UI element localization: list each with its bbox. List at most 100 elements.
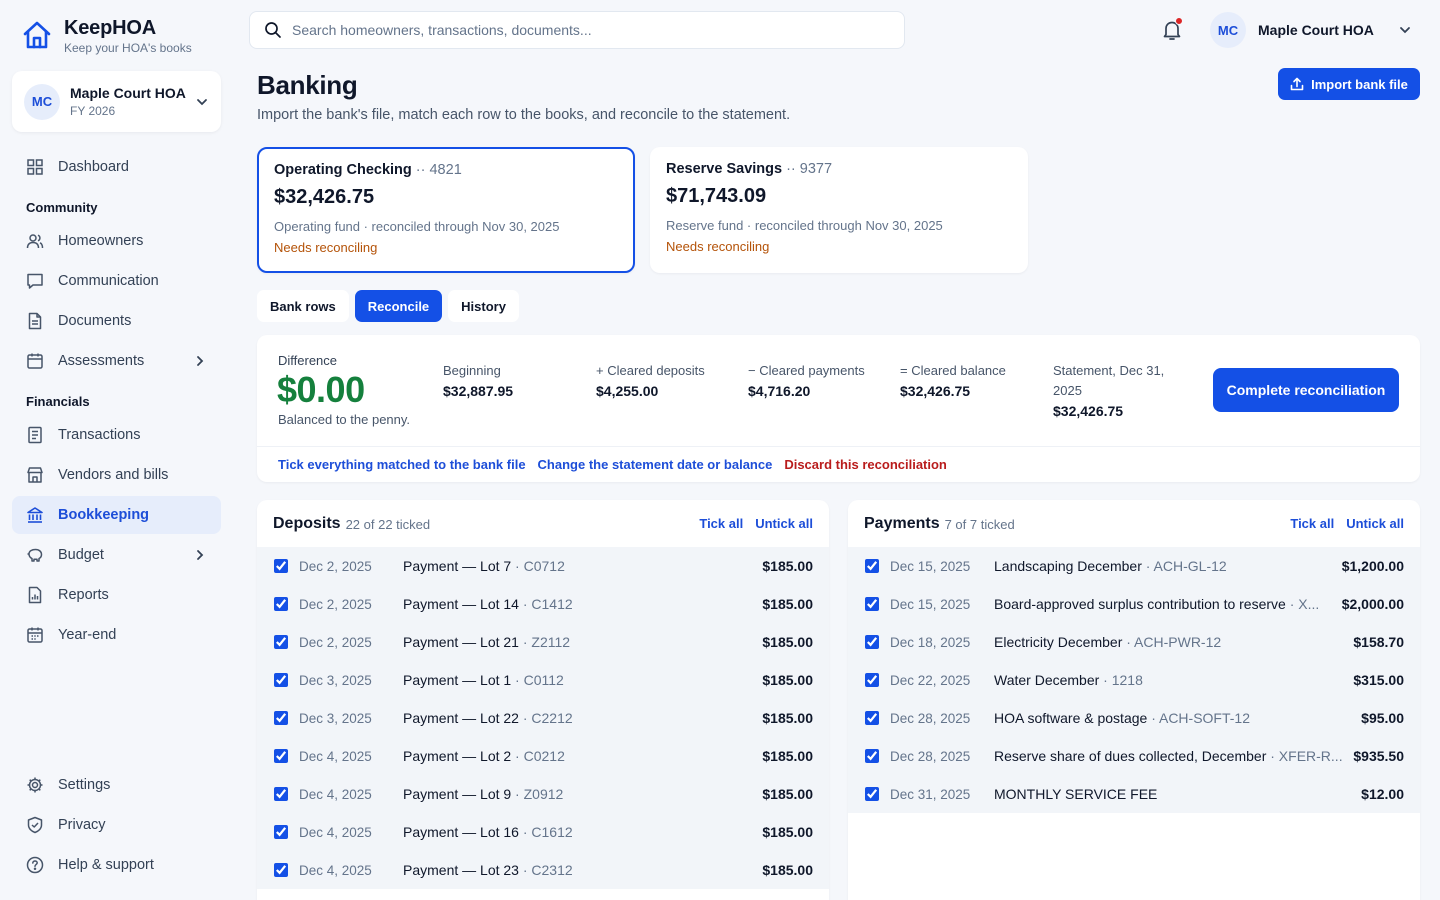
row-checkbox[interactable] — [274, 597, 288, 611]
account-card-operating[interactable]: Operating Checking ·· 4821 $32,426.75 Op… — [257, 147, 635, 273]
row-payee: Payment — Lot 2 — [403, 748, 512, 764]
row-checkbox[interactable] — [274, 863, 288, 877]
untick-all-button[interactable]: Untick all — [1346, 516, 1404, 531]
org-switcher[interactable]: MC Maple Court HOA FY 2026 — [12, 71, 221, 132]
row-checkbox[interactable] — [865, 673, 879, 687]
reconcile-actions: Tick everything matched to the bank file… — [278, 457, 947, 472]
nav-label: Privacy — [58, 817, 106, 833]
change-statement-link[interactable]: Change the statement date or balance — [538, 457, 773, 472]
ticked-count: 7 of 7 ticked — [944, 517, 1015, 532]
row-checkbox[interactable] — [274, 749, 288, 763]
nav-help[interactable]: Help & support — [12, 846, 221, 884]
nav-label: Reports — [58, 587, 109, 603]
row-payee: Payment — Lot 14 — [403, 596, 519, 612]
table-row[interactable]: Dec 3, 2025 Payment — Lot 1 · C0112 $185.0… — [257, 661, 829, 699]
row-date: Dec 22, 2025 — [890, 672, 971, 688]
row-checkbox[interactable] — [865, 597, 879, 611]
row-checkbox[interactable] — [274, 673, 288, 687]
row-amount: $185.00 — [762, 672, 813, 688]
nav-label: Help & support — [58, 857, 154, 873]
row-checkbox[interactable] — [274, 787, 288, 801]
row-checkbox[interactable] — [865, 559, 879, 573]
table-row[interactable]: Dec 2, 2025 Payment — Lot 7 · C0712 $185.0… — [257, 547, 829, 585]
chevron-down-icon — [197, 98, 207, 105]
tab-history[interactable]: History — [448, 290, 519, 322]
table-row[interactable]: Dec 4, 2025 Payment — Lot 9 · Z0912 $185.0… — [257, 775, 829, 813]
nav-assessments[interactable]: Assessments — [12, 342, 221, 380]
tick-all-button[interactable]: Tick all — [1290, 516, 1334, 531]
reconcile-summary: Difference $0.00 Balanced to the penny. … — [257, 335, 1420, 482]
row-date: Dec 15, 2025 — [890, 596, 971, 612]
search-input[interactable] — [292, 22, 890, 38]
brand[interactable]: KeepHOA Keep your HOA's books — [22, 17, 192, 55]
tick-matched-link[interactable]: Tick everything matched to the bank file — [278, 457, 526, 472]
table-row[interactable]: Dec 4, 2025 Payment — Lot 16 · C1612 $185.… — [257, 813, 829, 851]
nav-dashboard[interactable]: Dashboard — [12, 148, 221, 186]
page-title: Banking — [257, 70, 358, 100]
discard-reconciliation-link[interactable]: Discard this reconciliation — [784, 457, 947, 472]
tab-bank-rows[interactable]: Bank rows — [257, 290, 349, 322]
row-checkbox[interactable] — [865, 711, 879, 725]
table-row[interactable]: Dec 3, 2025 Payment — Lot 22 · C2212 $185.… — [257, 699, 829, 737]
table-row[interactable]: Dec 18, 2025 Electricity December · ACH-P… — [848, 623, 1420, 661]
row-checkbox[interactable] — [274, 825, 288, 839]
nav-communication[interactable]: Communication — [12, 262, 221, 300]
untick-all-button[interactable]: Untick all — [755, 516, 813, 531]
nav-settings[interactable]: Settings — [12, 766, 221, 804]
nav-bookkeeping[interactable]: Bookkeeping — [12, 496, 221, 534]
difference-value: $0.00 — [277, 369, 365, 410]
table-row[interactable]: Dec 4, 2025 Payment — Lot 23 · C2312 $185.… — [257, 851, 829, 889]
tab-reconcile[interactable]: Reconcile — [354, 290, 443, 322]
row-date: Dec 4, 2025 — [299, 824, 372, 840]
row-date: Dec 28, 2025 — [890, 710, 971, 726]
row-checkbox[interactable] — [865, 787, 879, 801]
nav-privacy[interactable]: Privacy — [12, 806, 221, 844]
table-row[interactable]: Dec 22, 2025 Water December · 1218 $315.00 — [848, 661, 1420, 699]
table-row[interactable]: Dec 15, 2025 Board-approved surplus contr… — [848, 585, 1420, 623]
gear-icon — [27, 777, 43, 793]
nav-label: Homeowners — [58, 233, 144, 249]
row-checkbox[interactable] — [274, 711, 288, 725]
table-row[interactable]: Dec 15, 2025 Landscaping December · ACH-G… — [848, 547, 1420, 585]
row-reference: · 1218 — [1099, 672, 1143, 688]
user-menu[interactable]: MC Maple Court HOA — [1210, 12, 1412, 48]
row-date: Dec 15, 2025 — [890, 558, 971, 574]
complete-reconciliation-button[interactable]: Complete reconciliation — [1213, 368, 1399, 412]
nav-homeowners[interactable]: Homeowners — [12, 222, 221, 260]
storefront-icon — [27, 467, 43, 483]
row-checkbox[interactable] — [865, 635, 879, 649]
nav-transactions[interactable]: Transactions — [12, 416, 221, 454]
row-checkbox[interactable] — [865, 749, 879, 763]
nav-budget[interactable]: Budget — [12, 536, 221, 574]
row-date: Dec 3, 2025 — [299, 672, 372, 688]
report-icon — [28, 586, 42, 604]
table-row[interactable]: Dec 4, 2025 Payment — Lot 2 · C0212 $185.0… — [257, 737, 829, 775]
import-bank-file-button[interactable]: Import bank file — [1278, 68, 1420, 100]
account-card-reserve[interactable]: Reserve Savings ·· 9377 $71,743.09 Reser… — [650, 147, 1028, 273]
table-row[interactable]: Dec 31, 2025 MONTHLY SERVICE FEE $12.00 — [848, 775, 1420, 813]
nav-label: Dashboard — [58, 159, 129, 175]
ledger-icon — [28, 426, 42, 444]
ticked-count: 22 of 22 ticked — [345, 517, 431, 532]
row-reference: · C0112 — [511, 672, 564, 688]
nav-vendors[interactable]: Vendors and bills — [12, 456, 221, 494]
row-checkbox[interactable] — [274, 559, 288, 573]
row-payee: Payment — Lot 16 — [403, 824, 519, 840]
nav-documents[interactable]: Documents — [12, 302, 221, 340]
stat-value: $32,426.75 — [1053, 403, 1124, 419]
table-row[interactable]: Dec 28, 2025 Reserve share of dues collec… — [848, 737, 1420, 775]
table-row[interactable]: Dec 2, 2025 Payment — Lot 21 · Z2112 $185.… — [257, 623, 829, 661]
table-row[interactable]: Dec 2, 2025 Payment — Lot 14 · C1412 $185.… — [257, 585, 829, 623]
shield-check-icon — [27, 816, 43, 834]
calendar-icon — [27, 353, 43, 369]
notifications-button[interactable] — [1160, 17, 1184, 42]
tick-all-button[interactable]: Tick all — [699, 516, 743, 531]
chevron-right-icon — [197, 550, 204, 560]
org-name: Maple Court HOA — [70, 85, 186, 101]
nav-reports[interactable]: Reports — [12, 576, 221, 614]
panel-title: Payments — [864, 514, 940, 532]
row-checkbox[interactable] — [274, 635, 288, 649]
table-row[interactable]: Dec 28, 2025 HOA software & postage · ACH… — [848, 699, 1420, 737]
nav-yearend[interactable]: Year-end — [12, 616, 221, 654]
global-search[interactable] — [249, 11, 905, 49]
